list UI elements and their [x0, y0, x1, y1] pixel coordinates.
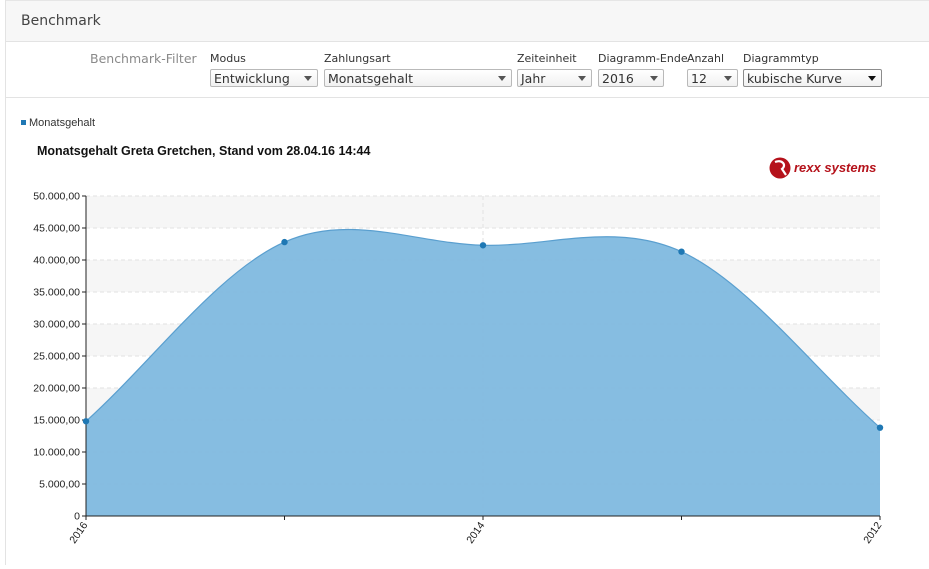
modus-filter: Modus Entwicklung: [210, 52, 318, 87]
diagrammtyp-value: kubische Kurve: [747, 71, 842, 86]
modus-select[interactable]: Entwicklung: [210, 69, 318, 87]
logo-text: rexx systems: [794, 160, 876, 175]
diagramm-ende-value: 2016: [602, 71, 634, 86]
zahlungsart-filter: Zahlungsart Monatsgehalt: [324, 52, 512, 87]
legend-marker: [21, 120, 26, 125]
anzahl-filter: Anzahl 12: [687, 52, 738, 87]
y-tick-label: 35.000,00: [33, 287, 80, 299]
chevron-down-icon: [650, 76, 658, 81]
y-tick-label: 40.000,00: [33, 255, 80, 267]
zeiteinheit-value: Jahr: [521, 71, 546, 86]
modus-label: Modus: [210, 52, 246, 65]
chevron-down-icon: [498, 76, 506, 81]
panel-header: Benchmark: [6, 0, 929, 42]
y-tick-label: 15.000,00: [33, 415, 80, 427]
anzahl-value: 12: [691, 71, 707, 86]
y-tick-label: 45.000,00: [33, 223, 80, 235]
data-point[interactable]: [479, 242, 487, 249]
y-tick-label: 5.000,00: [39, 479, 80, 491]
diagrammtyp-select[interactable]: kubische Kurve: [743, 69, 882, 87]
anzahl-label: Anzahl: [687, 52, 725, 65]
zeiteinheit-label: Zeiteinheit: [517, 52, 577, 65]
chevron-down-icon: [724, 76, 732, 81]
chevron-down-icon: [868, 76, 876, 81]
data-point[interactable]: [678, 248, 685, 255]
benchmark-chart: 05.000,0010.000,0015.000,0020.000,0025.0…: [21, 117, 885, 546]
y-tick-label: 20.000,00: [33, 383, 80, 395]
data-point[interactable]: [82, 418, 90, 425]
zahlungsart-select[interactable]: Monatsgehalt: [324, 69, 512, 87]
diagramm-ende-select[interactable]: 2016: [598, 69, 664, 87]
diagrammtyp-filter: Diagrammtyp kubische Kurve: [743, 52, 882, 87]
y-tick-label: 25.000,00: [33, 351, 80, 363]
x-tick-label: 2016: [67, 520, 90, 546]
anzahl-select[interactable]: 12: [687, 69, 738, 87]
benchmark-filter-bar: Benchmark-Filter Modus Entwicklung Zahlu…: [6, 41, 929, 98]
diagramm-ende-filter: Diagramm-Ende 2016: [598, 52, 688, 87]
chart-area: 0 5.000,00 10.000,00 15.000,00 20.000,00 25.0…: [6, 98, 929, 565]
benchmark-panel: Benchmark Benchmark-Filter Modus Entwick…: [5, 0, 929, 565]
legend-label[interactable]: Monatsgehalt: [29, 117, 95, 129]
x-tick-label: 2014: [464, 520, 487, 546]
y-tick-label: 30.000,00: [33, 319, 80, 331]
zahlungsart-label: Zahlungsart: [324, 52, 391, 65]
diagrammtyp-label: Diagrammtyp: [743, 52, 819, 65]
zeiteinheit-filter: Zeiteinheit Jahr: [517, 52, 592, 87]
chevron-down-icon: [578, 76, 586, 81]
data-point[interactable]: [876, 424, 884, 431]
x-tick-label: 2012: [861, 520, 884, 546]
zeiteinheit-select[interactable]: Jahr: [517, 69, 592, 87]
y-tick-label: 50.000,00: [33, 191, 80, 203]
chart-title: Monatsgehalt Greta Gretchen, Stand vom 2…: [37, 144, 371, 158]
filter-caption: Benchmark-Filter: [90, 51, 197, 66]
zahlungsart-value: Monatsgehalt: [328, 71, 414, 86]
chevron-down-icon: [304, 76, 312, 81]
page-title: Benchmark: [21, 13, 101, 29]
y-tick-label: 10.000,00: [33, 447, 80, 459]
data-point[interactable]: [281, 238, 288, 246]
modus-value: Entwicklung: [214, 71, 290, 86]
diagramm-ende-label: Diagramm-Ende: [598, 52, 688, 65]
rexx-logo: rexx systems: [769, 157, 876, 179]
